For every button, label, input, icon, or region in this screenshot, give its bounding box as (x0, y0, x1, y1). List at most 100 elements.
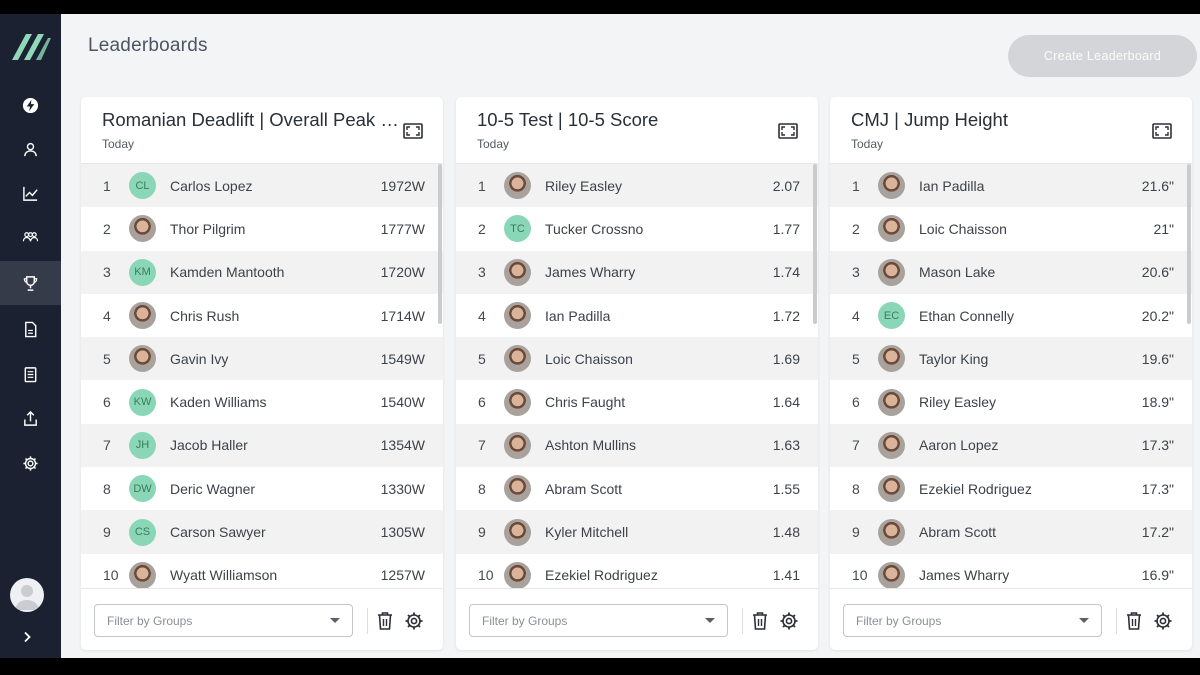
avatar-initials: CS (129, 518, 156, 546)
leaderboard-row[interactable]: 7 JH Jacob Haller 1354W (81, 423, 443, 468)
rank-number: 2 (103, 220, 111, 237)
sidebar-item-groups[interactable] (0, 215, 61, 259)
card-header: CMJ | Jump Height Today (830, 97, 1192, 164)
leaderboard-row[interactable]: 3 James Wharry 1.74 (456, 250, 818, 294)
athlete-name: James Wharry (919, 567, 1010, 584)
trash-icon[interactable] (376, 611, 394, 631)
trash-icon[interactable] (1125, 611, 1143, 631)
score-value: 1549W (380, 350, 425, 367)
gear-icon[interactable] (779, 611, 799, 631)
page-title: Leaderboards (88, 35, 208, 56)
expand-sidebar-button[interactable] (16, 626, 38, 648)
leaderboard-card: 10-5 Test | 10-5 Score Today 1 Riley Easl… (456, 97, 818, 650)
rank-number: 8 (103, 480, 111, 497)
athlete-name: Chris Rush (170, 307, 240, 324)
rank-number: 7 (103, 437, 111, 454)
leaderboard-row[interactable]: 4 Chris Rush 1714W (81, 293, 443, 338)
leaderboard-row[interactable]: 8 Abram Scott 1.55 (456, 467, 818, 511)
sidebar-item-dashboard[interactable] (0, 83, 61, 127)
avatar-initials: CL (129, 172, 156, 200)
chevron-right-icon (24, 631, 31, 643)
leaderboard-row[interactable]: 3 KM Kamden Mantooth 1720W (81, 250, 443, 294)
leaderboard-row[interactable]: 5 Gavin Ivy 1549W (81, 337, 443, 381)
sidebar-item-athletes[interactable] (0, 127, 61, 171)
athlete-name: Riley Easley (545, 177, 623, 194)
filter-placeholder: Filter by Groups (482, 613, 568, 628)
leaderboard-row[interactable]: 10 James Wharry 16.9" (830, 553, 1192, 588)
sidebar-item-leaderboards[interactable] (0, 261, 61, 305)
leaderboard-row[interactable]: 9 Kyler Mitchell 1.48 (456, 510, 818, 554)
score-value: 17.3" (1141, 437, 1174, 454)
leaderboard-row[interactable]: 2 TC Tucker Crossno 1.77 (456, 207, 818, 251)
sidebar-item-export[interactable] (0, 396, 61, 440)
leaderboard-row[interactable]: 2 Loic Chaisson 21" (830, 207, 1192, 251)
leaderboard-row[interactable]: 1 CL Carlos Lopez 1972W (81, 164, 443, 208)
gear-icon[interactable] (404, 611, 424, 631)
leaderboard-row[interactable]: 6 Chris Faught 1.64 (456, 380, 818, 424)
leaderboard-row[interactable]: 9 CS Carson Sawyer 1305W (81, 510, 443, 554)
athlete-name: Carlos Lopez (170, 177, 253, 194)
avatar-initials: EC (878, 302, 905, 330)
fullscreen-icon[interactable] (403, 123, 423, 139)
leaderboard-row[interactable]: 3 Mason Lake 20.6" (830, 250, 1192, 294)
sidebar-item-settings[interactable] (0, 441, 61, 485)
filter-groups-select[interactable]: Filter by Groups (469, 604, 728, 637)
scrollbar[interactable] (1187, 164, 1191, 324)
leaderboard-row[interactable]: 5 Loic Chaisson 1.69 (456, 337, 818, 381)
sidebar (0, 14, 61, 658)
sidebar-item-tests[interactable] (0, 352, 61, 396)
score-value: 1540W (380, 394, 425, 411)
leaderboard-row[interactable]: 4 EC Ethan Connelly 20.2" (830, 293, 1192, 338)
filter-groups-select[interactable]: Filter by Groups (94, 604, 353, 637)
leaderboard-row[interactable]: 8 Ezekiel Rodriguez 17.3" (830, 467, 1192, 511)
leaderboard-row[interactable]: 6 KW Kaden Williams 1540W (81, 380, 443, 424)
leaderboard-row[interactable]: 4 Ian Padilla 1.72 (456, 293, 818, 338)
leaderboard-row[interactable]: 2 Thor Pilgrim 1777W (81, 207, 443, 251)
rank-number: 3 (852, 264, 860, 281)
rank-number: 7 (852, 437, 860, 454)
leaderboard-row[interactable]: 6 Riley Easley 18.9" (830, 380, 1192, 424)
user-silhouette-icon (15, 585, 39, 610)
fullscreen-icon[interactable] (778, 123, 798, 139)
rank-number: 9 (478, 524, 486, 541)
rank-number: 8 (852, 480, 860, 497)
leaderboard-row[interactable]: 1 Riley Easley 2.07 (456, 164, 818, 208)
document-icon (25, 321, 37, 337)
score-value: 1.74 (772, 264, 800, 281)
avatar-photo (504, 172, 531, 200)
score-value: 17.3" (1141, 480, 1174, 497)
rank-number: 4 (478, 307, 486, 324)
gear-icon (23, 455, 38, 471)
sidebar-item-analytics[interactable] (0, 171, 61, 215)
leaderboard-row[interactable]: 9 Abram Scott 17.2" (830, 510, 1192, 554)
scrollbar[interactable] (438, 164, 442, 324)
caret-down-icon (330, 618, 340, 623)
athlete-name: Ian Padilla (545, 307, 611, 324)
leaderboard-rows: 1 CL Carlos Lopez 1972W 2 Thor Pilgrim 1777W 3 K… (81, 164, 443, 588)
filter-placeholder: Filter by Groups (107, 613, 193, 628)
card-footer: Filter by Groups (456, 588, 818, 650)
leaderboard-row[interactable]: 10 Wyatt Williamson 1257W (81, 553, 443, 588)
gear-icon[interactable] (1153, 611, 1173, 631)
leaderboard-row[interactable]: 10 Ezekiel Rodriguez 1.41 (456, 553, 818, 588)
leaderboard-row[interactable]: 7 Ashton Mullins 1.63 (456, 423, 818, 468)
athlete-name: Ian Padilla (919, 177, 985, 194)
leaderboard-row[interactable]: 1 Ian Padilla 21.6" (830, 164, 1192, 208)
scrollbar[interactable] (813, 164, 817, 324)
user-avatar[interactable] (10, 578, 44, 612)
trash-icon[interactable] (751, 611, 769, 631)
leaderboard-row[interactable]: 8 DW Deric Wagner 1330W (81, 467, 443, 511)
sidebar-item-reports[interactable] (0, 307, 61, 351)
rank-number: 5 (103, 350, 111, 367)
athlete-name: Carson Sawyer (170, 524, 266, 541)
score-value: 1354W (380, 437, 425, 454)
leaderboard-row[interactable]: 5 Taylor King 19.6" (830, 337, 1192, 381)
leaderboard-row[interactable]: 7 Aaron Lopez 17.3" (830, 423, 1192, 468)
athlete-name: Deric Wagner (170, 480, 256, 497)
card-subtitle: Today (851, 137, 884, 151)
create-leaderboard-button[interactable]: Create Leaderboard (1008, 35, 1197, 77)
brand-logo[interactable] (10, 34, 52, 60)
score-value: 1257W (380, 567, 425, 584)
fullscreen-icon[interactable] (1152, 123, 1172, 139)
filter-groups-select[interactable]: Filter by Groups (843, 604, 1102, 637)
